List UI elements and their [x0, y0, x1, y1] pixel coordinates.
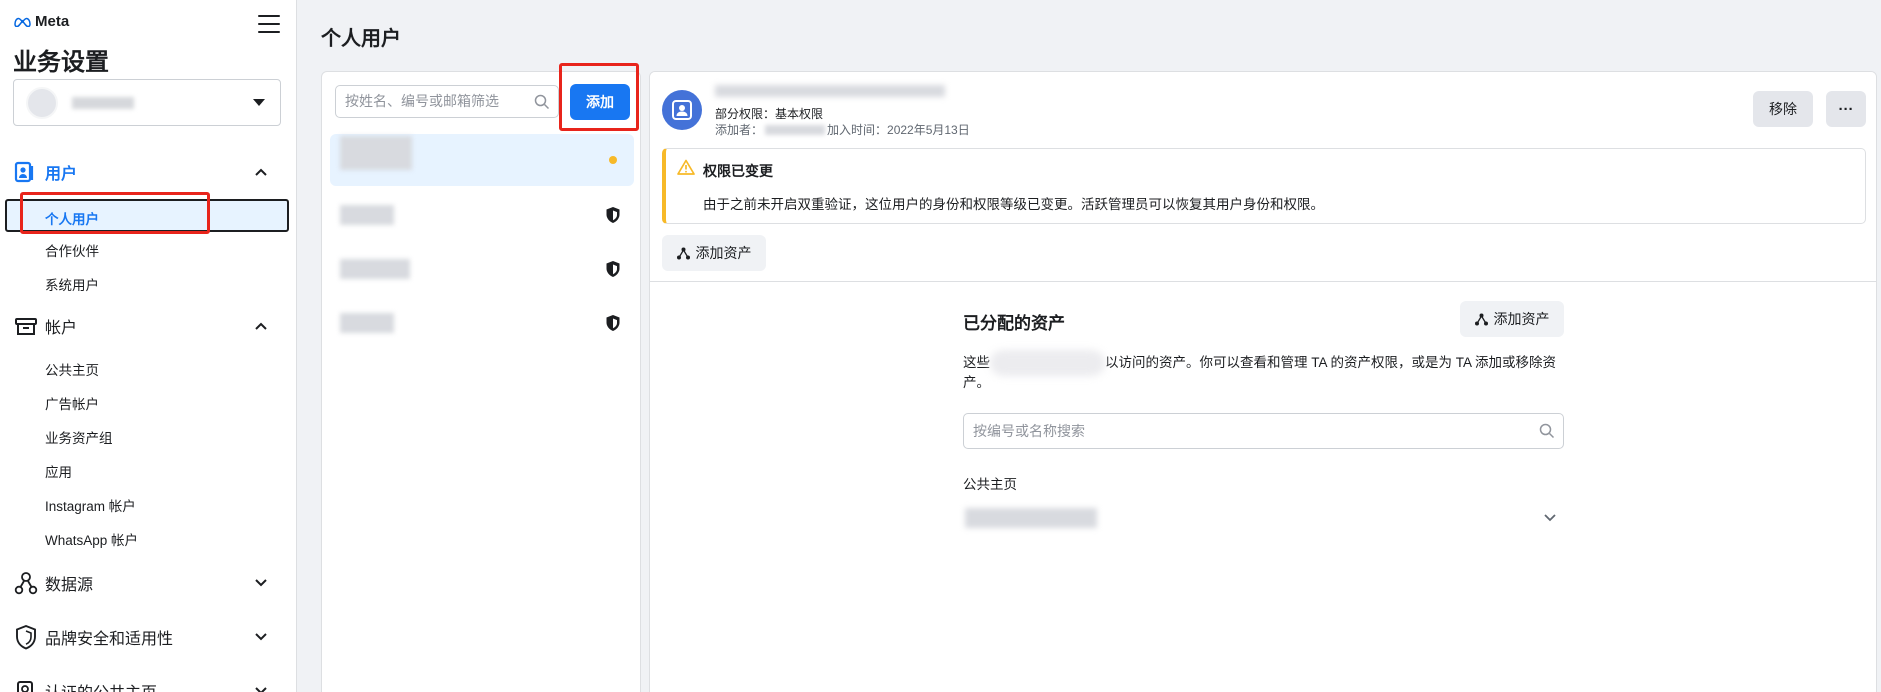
user-list-panel: 添加 [321, 63, 641, 692]
sidebar-item-whatsapp[interactable]: WhatsApp 帐户 [45, 529, 138, 549]
business-name-redacted [72, 97, 134, 109]
nav-group-verified-pages-label: 认证的公共主页 [45, 679, 157, 692]
user-detail-header: 部分权限：基本权限 添加者： 加入时间：2022年5月13日 移除 ··· 权限… [650, 72, 1876, 282]
user-search-input[interactable] [345, 93, 525, 109]
nav-group-data-sources-label: 数据源 [45, 577, 94, 594]
sidebar-item-instagram[interactable]: Instagram 帐户 [45, 495, 136, 515]
asset-nodes-icon [676, 247, 690, 259]
nav-group-accounts-label: 帐户 [45, 320, 78, 337]
users-icon [13, 159, 39, 185]
caret-down-icon [253, 99, 265, 106]
permission-level: 部分权限：基本权限 [715, 107, 824, 121]
user-name-redacted [340, 136, 412, 170]
warning-title: 权限已变更 [703, 163, 773, 179]
chevron-up-icon [255, 320, 267, 332]
nav-group-accounts[interactable]: 帐户 [0, 312, 296, 340]
added-info: 添加者： 加入时间：2022年5月13日 [715, 121, 970, 138]
search-icon [1539, 423, 1555, 442]
asset-search-box [963, 413, 1564, 449]
user-email-redacted [715, 85, 945, 97]
admin-shield-icon [605, 314, 621, 335]
sidebar-item-ad-accounts[interactable]: 广告帐户 [45, 393, 99, 413]
user-badge-icon [672, 100, 692, 120]
nav-group-users-label: 用户 [45, 166, 78, 183]
added-time: 加入时间：2022年5月13日 [827, 123, 970, 137]
sidebar-item-asset-groups[interactable]: 业务资产组 [45, 427, 113, 447]
user-name-redacted [340, 313, 394, 333]
page-name-redacted [965, 508, 1097, 528]
business-selector[interactable] [13, 79, 281, 126]
sidebar-title: 业务设置 [13, 49, 109, 76]
desc-redacted [990, 350, 1105, 377]
user-avatar [662, 90, 702, 130]
added-by-label: 添加者： [715, 123, 764, 137]
sidebar-item-system-users[interactable]: 系统用户 [45, 274, 99, 294]
user-name-redacted [340, 205, 394, 225]
desc-prefix: 这些 [963, 355, 990, 370]
chevron-down-icon [255, 631, 267, 643]
add-asset-button[interactable]: 添加资产 [1460, 301, 1564, 337]
sidebar-item-people[interactable]: 个人用户 [5, 199, 289, 232]
nav-group-users[interactable]: 用户 [0, 158, 296, 186]
user-detail-panel: 部分权限：基本权限 添加者： 加入时间：2022年5月13日 移除 ··· 权限… [649, 71, 1877, 692]
badge-icon [13, 678, 39, 692]
business-avatar [26, 87, 58, 119]
pending-status-dot [609, 156, 617, 164]
warning-body: 由于之前未开启双重验证，这位用户的身份和权限等级已变更。活跃管理员可以恢复其用户… [703, 197, 1324, 212]
remove-user-button[interactable]: 移除 [1753, 91, 1813, 127]
nav-group-data-sources[interactable]: 数据源 [0, 569, 296, 597]
add-user-button[interactable]: 添加 [570, 84, 630, 120]
sidebar-item-pages[interactable]: 公共主页 [45, 359, 99, 379]
added-by-redacted [765, 124, 826, 135]
sidebar-item-apps[interactable]: 应用 [45, 461, 72, 481]
warning-icon [677, 159, 695, 178]
asset-nodes-icon [1474, 313, 1488, 325]
sidebar: Meta 业务设置 用户 个人用户 合作伙伴 系统用户 帐户 公共主页 广告帐户… [0, 0, 297, 692]
meta-logo-text: Meta [35, 13, 70, 30]
chevron-down-icon [255, 685, 267, 692]
menu-toggle-icon[interactable] [258, 15, 280, 33]
permission-changed-warning: 权限已变更 由于之前未开启双重验证，这位用户的身份和权限等级已变更。活跃管理员可… [662, 148, 1866, 224]
assigned-assets-description: 这些 以访问的资产。你可以查看和管理 TA 的资产权限，或是为 TA 添加或移除资… [963, 350, 1563, 393]
chevron-up-icon [255, 166, 267, 178]
nav-group-brand-safety[interactable]: 品牌安全和适用性 [0, 623, 296, 651]
user-search-box [335, 85, 559, 118]
user-name-redacted [340, 259, 410, 279]
pages-section-label: 公共主页 [963, 477, 1017, 492]
user-list-item[interactable] [330, 189, 634, 241]
more-options-button[interactable]: ··· [1826, 91, 1866, 127]
page-title: 个人用户 [321, 28, 401, 50]
add-asset-button[interactable]: 添加资产 [662, 235, 766, 271]
sidebar-item-partners[interactable]: 合作伙伴 [45, 240, 99, 260]
add-asset-label: 添加资产 [1493, 311, 1550, 327]
assigned-assets-title: 已分配的资产 [963, 314, 1065, 333]
data-sources-icon [13, 570, 39, 596]
sidebar-item-people-label: 个人用户 [45, 212, 99, 227]
user-list-item[interactable] [330, 243, 634, 295]
user-list-item[interactable] [330, 134, 634, 186]
admin-shield-icon [605, 206, 621, 227]
chevron-down-icon [1544, 509, 1556, 525]
user-list-item[interactable] [330, 297, 634, 349]
nav-group-brand-safety-label: 品牌安全和适用性 [45, 631, 174, 648]
meta-logo[interactable]: Meta [13, 13, 69, 30]
briefcase-icon [13, 313, 39, 339]
meta-infinity-icon [14, 17, 31, 27]
page-asset-row[interactable] [963, 497, 1564, 535]
chevron-down-icon [255, 577, 267, 589]
admin-shield-icon [605, 260, 621, 281]
shield-outline-icon [13, 624, 39, 650]
add-asset-label: 添加资产 [695, 245, 752, 261]
search-icon [534, 94, 550, 113]
asset-search-input[interactable] [973, 423, 1513, 439]
nav-group-verified-pages[interactable]: 认证的公共主页 [0, 677, 296, 692]
